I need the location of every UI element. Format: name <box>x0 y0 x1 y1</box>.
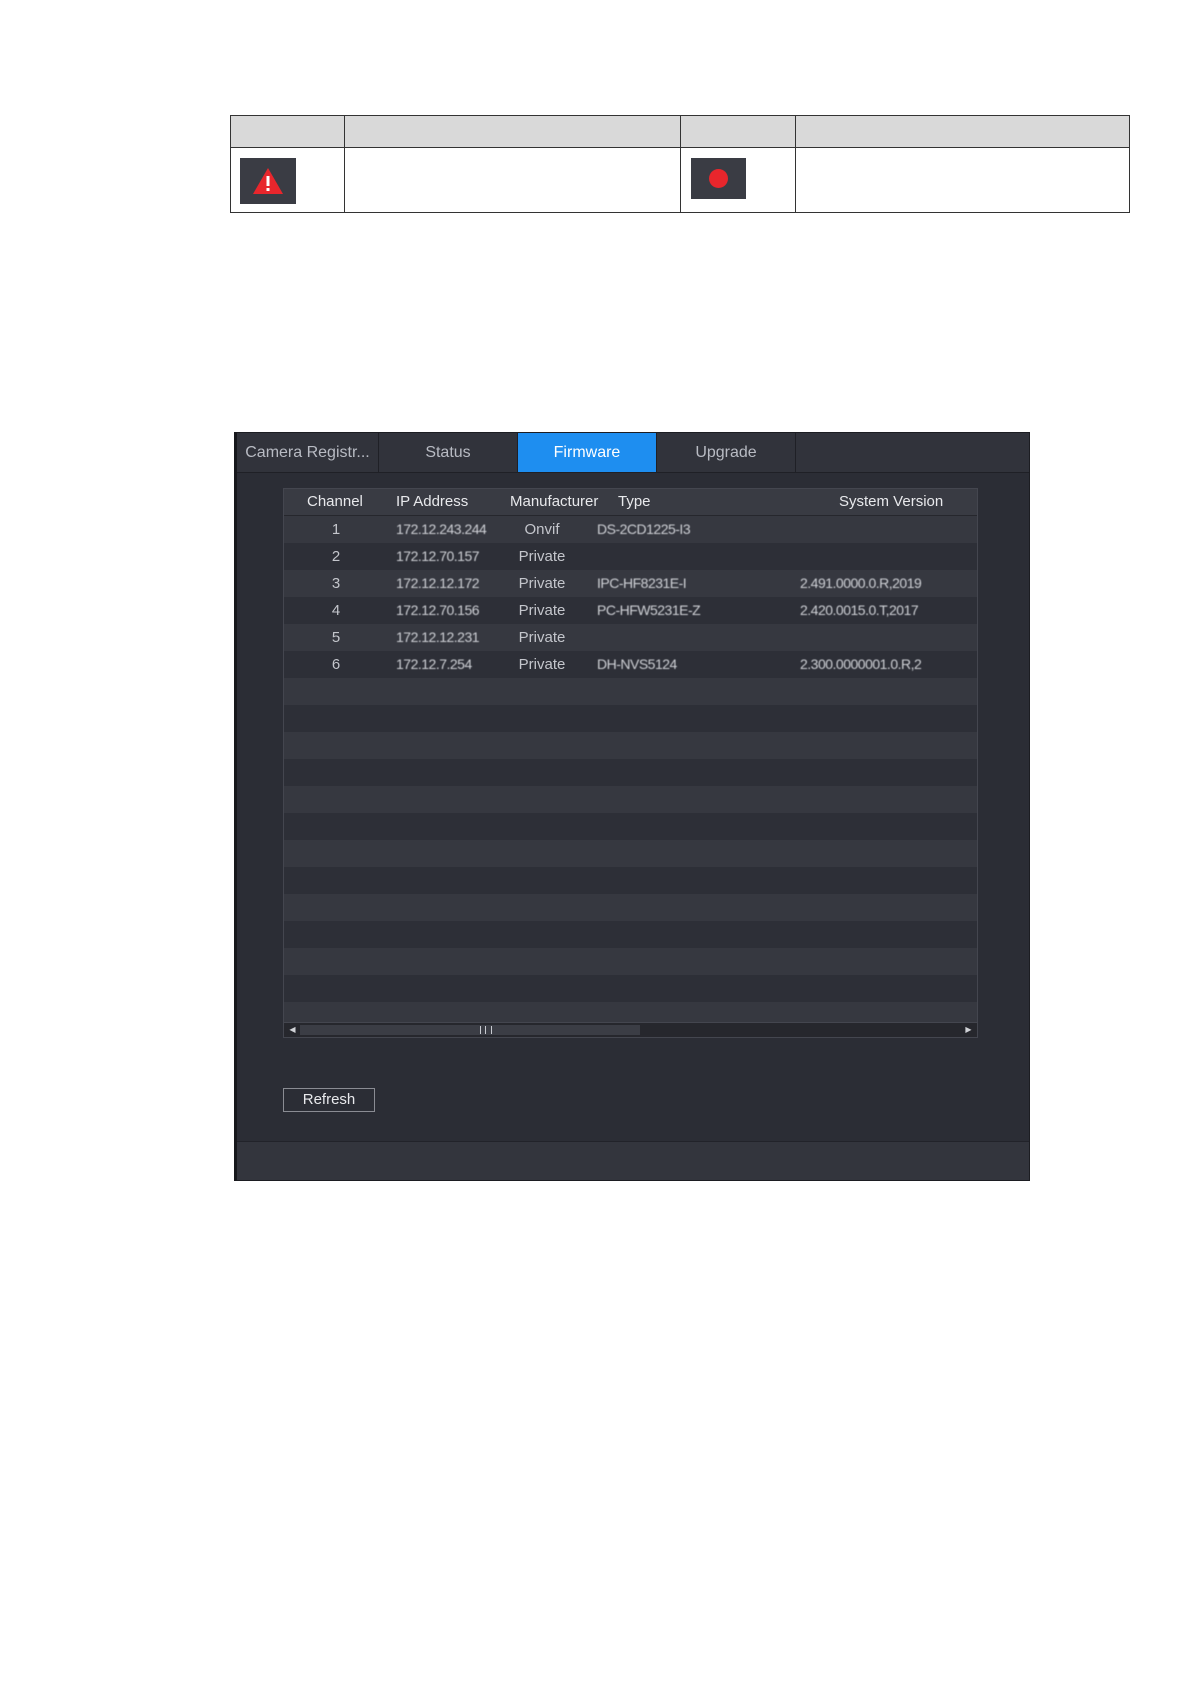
table-row-empty[interactable] <box>284 732 977 759</box>
cell-ip: 172.12.7.254 <box>396 656 472 672</box>
table-row-empty[interactable] <box>284 948 977 975</box>
firmware-table: Channel IP Address Manufacturer Type Sys… <box>283 488 978 1038</box>
cell-manufacturer: Private <box>518 629 566 646</box>
cell-version: 2.491.0000.0.R,2019 <box>800 575 922 591</box>
cell-ip: 172.12.70.157 <box>396 548 480 564</box>
legend-header-cell <box>230 115 345 148</box>
cell-type <box>597 543 787 570</box>
column-header-ip-address[interactable]: IP Address <box>396 489 468 515</box>
table-row-empty[interactable] <box>284 705 977 732</box>
scroll-left-icon[interactable]: ◀ <box>286 1024 299 1036</box>
tab-status[interactable]: Status <box>379 433 518 472</box>
legend-body-row <box>230 147 1130 213</box>
table-row[interactable]: 6 172.12.7.254 Private DH-NVS5124 2.300.0000… <box>284 651 977 678</box>
table-row-empty[interactable] <box>284 759 977 786</box>
table-row[interactable]: 1 172.12.243.244 Onvif DS-2CD1225-I3 <box>284 516 977 543</box>
tab-camera-registration[interactable]: Camera Registr... <box>237 433 379 472</box>
scrollbar-thumb[interactable] <box>300 1025 640 1035</box>
legend-description-cell <box>344 147 681 213</box>
legend-header-cell <box>795 115 1130 148</box>
cell-manufacturer: Private <box>518 602 566 619</box>
cell-channel: 3 <box>331 575 341 592</box>
table-row[interactable]: 4 172.12.70.156 Private PC-HFW5231E-Z 2.420.… <box>284 597 977 624</box>
grip-icon <box>480 1026 492 1034</box>
table-row[interactable]: 2 172.12.70.157 Private <box>284 543 977 570</box>
cell-type: PC-HFW5231E-Z <box>597 602 701 618</box>
table-body: 1 172.12.243.244 Onvif DS-2CD1225-I3 2 172.12… <box>284 516 977 1029</box>
table-row-empty[interactable] <box>284 840 977 867</box>
table-row-empty[interactable] <box>284 921 977 948</box>
table-row-empty[interactable] <box>284 894 977 921</box>
cell-ip: 172.12.243.244 <box>396 521 487 537</box>
cell-version <box>800 516 977 543</box>
table-row[interactable]: 5 172.12.12.231 Private <box>284 624 977 651</box>
legend-header-row <box>230 115 1130 148</box>
cell-manufacturer: Onvif <box>524 521 560 538</box>
table-row-empty[interactable] <box>284 786 977 813</box>
cell-version <box>800 543 977 570</box>
cell-version: 2.300.0000001.0.R,2 <box>800 656 922 672</box>
cell-ip: 172.12.12.172 <box>396 575 480 591</box>
table-header: Channel IP Address Manufacturer Type Sys… <box>284 489 977 516</box>
table-row-empty[interactable] <box>284 867 977 894</box>
cell-type <box>597 624 787 651</box>
table-row-empty[interactable] <box>284 678 977 705</box>
horizontal-scrollbar[interactable]: ◀ ▶ <box>284 1022 977 1037</box>
cell-manufacturer: Private <box>518 656 566 673</box>
cell-manufacturer: Private <box>518 575 566 592</box>
legend-header-cell <box>344 115 681 148</box>
cell-channel: 4 <box>331 602 341 619</box>
cell-type: IPC-HF8231E-I <box>597 575 687 591</box>
cell-channel: 1 <box>331 521 341 538</box>
warning-triangle-icon <box>240 158 296 204</box>
cell-type: DS-2CD1225-I3 <box>597 521 691 537</box>
cell-channel: 5 <box>331 629 341 646</box>
cell-ip: 172.12.70.156 <box>396 602 480 618</box>
column-header-system-version[interactable]: System Version <box>839 489 943 515</box>
table-row-empty[interactable] <box>284 975 977 1002</box>
cell-version: 2.420.0015.0.T,2017 <box>800 602 919 618</box>
tab-bar: Camera Registr... Status Firmware Upgrad… <box>237 433 1029 473</box>
cell-type: DH-NVS5124 <box>597 656 677 672</box>
table-row-empty[interactable] <box>284 813 977 840</box>
legend-description-cell <box>795 147 1130 213</box>
table-row[interactable]: 3 172.12.12.172 Private IPC-HF8231E-I 2.491.… <box>284 570 977 597</box>
tab-firmware[interactable]: Firmware <box>518 433 657 472</box>
record-dot-icon <box>691 158 746 199</box>
cell-channel: 2 <box>331 548 341 565</box>
remote-device-panel: Camera Registr... Status Firmware Upgrad… <box>234 432 1030 1181</box>
cell-ip: 172.12.12.231 <box>396 629 480 645</box>
column-header-manufacturer[interactable]: Manufacturer <box>510 489 598 515</box>
legend-icon-cell <box>680 147 796 213</box>
cell-version <box>800 624 977 651</box>
refresh-button[interactable]: Refresh <box>283 1088 375 1112</box>
column-header-type[interactable]: Type <box>618 489 651 515</box>
legend-icon-cell <box>230 147 345 213</box>
tab-upgrade[interactable]: Upgrade <box>657 433 796 472</box>
legend-header-cell <box>680 115 796 148</box>
panel-footer <box>237 1141 1029 1180</box>
cell-manufacturer: Private <box>518 548 566 565</box>
cell-channel: 6 <box>331 656 341 673</box>
column-header-channel[interactable]: Channel <box>307 489 363 515</box>
scroll-right-icon[interactable]: ▶ <box>962 1024 975 1036</box>
legend-table <box>230 115 1130 213</box>
